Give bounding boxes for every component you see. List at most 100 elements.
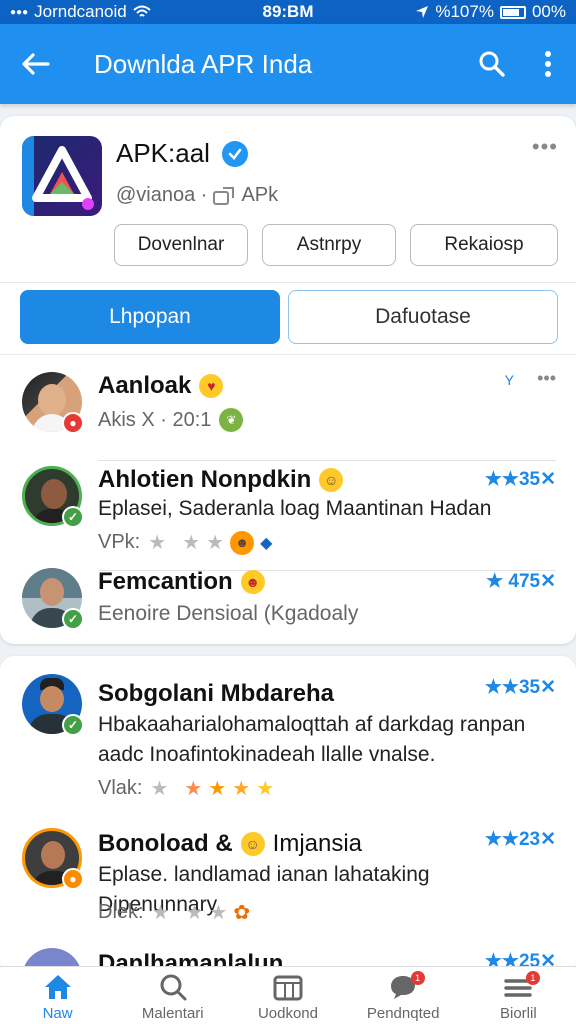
review-meta-row: Akis X · 20:1 ❦ (98, 408, 244, 432)
reviewer-name: Aanloak (98, 372, 192, 399)
star-rating: ★ ★ ★ ✿ (152, 900, 251, 925)
nav-home[interactable]: Naw (0, 967, 115, 1024)
review-rating: ★★35✕ (484, 677, 556, 698)
wifi-icon (133, 5, 151, 17)
back-button[interactable] (0, 24, 70, 104)
review-stars-row: Vlak: ★ ★ ★ ★ ★ (98, 776, 274, 801)
nav-label: Pendnqted (366, 1005, 440, 1022)
status-left-text: Jorndcanoid (34, 2, 127, 21)
reviewer-name-row: Aanloak ♥ (98, 372, 224, 400)
review-text: Eplasei, Saderanla loag Maantinan Hadan (98, 497, 492, 520)
review-text: Eenoire Densioal (Kgadoaly (98, 602, 359, 625)
download-button[interactable]: Dovenlnar (114, 224, 248, 266)
star-icon: ★ (150, 778, 169, 800)
review-meta: Akis X · 20:1 (98, 408, 212, 431)
app-handle: @vianoa · (116, 184, 208, 206)
nav-label: Biorlil (500, 1005, 537, 1022)
small-rating-icon: Y (504, 372, 514, 388)
card-more-button[interactable]: ••• (532, 136, 558, 158)
star-icon: ★ (185, 902, 204, 924)
search-icon (160, 974, 187, 1001)
review-rating: ★ 475✕ (486, 571, 556, 592)
star-icon: ★ (148, 532, 167, 554)
reviewer-name: Sobgolani Mbdareha (98, 680, 335, 707)
verified-badge: ✓ (62, 506, 84, 528)
review-meta: Dlek: (98, 901, 144, 923)
app-meta: @vianoa · APk (116, 184, 278, 207)
avatar: ✓ (22, 674, 84, 736)
nav-search[interactable]: Malentari (115, 967, 230, 1024)
reviewer-name-row: Sobgolani Mbdareha (98, 680, 334, 708)
review-meta: VPk: (98, 531, 141, 553)
tab-active[interactable]: Lhpopan (20, 290, 280, 344)
star-icon: ★ (206, 532, 225, 554)
reviewer-name: Bonoload & (98, 830, 233, 857)
notification-badge: 1 (410, 971, 425, 985)
battery-percent: %107% (435, 2, 494, 21)
star-icon: ★ (232, 778, 251, 800)
star-icon: ★ (209, 902, 228, 924)
tab-bar: Lhpopan Dafuotase (20, 290, 558, 344)
star-icon: ★ (182, 532, 201, 554)
reviewer-name-row: Bonoload & ☺ Imjansia (98, 830, 362, 858)
nav-menu[interactable]: 1 Biorlil (461, 967, 576, 1024)
verified-icon (221, 140, 248, 167)
app-card: APK:aal @vianoa · APk ••• Dovenlnar Astn… (0, 116, 576, 644)
app-type: APk (241, 184, 279, 206)
review-stars-row: Dlek: ★ ★ ★ ✿ (98, 900, 250, 925)
nav-library[interactable]: Uodkond (230, 967, 345, 1024)
review-rating: ★★35✕ (484, 469, 556, 490)
library-icon (273, 975, 303, 1001)
verified-badge: ✓ (62, 714, 84, 736)
star-rating: ★ ★ ★ ☻ ◆ (148, 530, 272, 555)
location-icon (416, 6, 429, 18)
review-stars-row: VPk: ★ ★ ★ ☻ ◆ (98, 530, 272, 555)
avatar: ✓ (22, 568, 84, 630)
verified-badge: ✓ (62, 608, 84, 630)
overflow-menu-button[interactable] (520, 24, 576, 104)
status-right-text: 00% (531, 2, 566, 21)
reviewer-name-row: Ahlotien Nonpdkin ☺ (98, 466, 344, 494)
home-icon (44, 975, 71, 999)
package-icon (213, 186, 235, 205)
review-rating: ★★23✕ (484, 829, 556, 850)
search-button[interactable] (464, 24, 520, 104)
history-button[interactable]: Astnrpy (262, 224, 396, 266)
review-more-button[interactable]: ••• (537, 368, 556, 389)
tab-inactive[interactable]: Dafuotase (288, 290, 558, 344)
reviewer-name: Femcantion (98, 568, 233, 595)
release-button[interactable]: Rekaiosp (410, 224, 558, 266)
avatar: ● (22, 372, 84, 434)
love-emoji-icon: ♥ (199, 374, 224, 398)
divider (98, 460, 556, 461)
star-icon: ★ (184, 778, 203, 800)
status-badge: ● (62, 412, 84, 434)
back-arrow-icon (22, 53, 50, 75)
bottom-navigation: Naw Malentari Uodkond 1 Pendnqted 1 Bior… (0, 966, 576, 1024)
nav-label: Naw (42, 1005, 73, 1022)
badge-icon: ◆ (260, 534, 273, 552)
notification-badge: 1 (525, 971, 540, 985)
avatar: ✓ (22, 466, 84, 528)
star-icon: ★ (256, 778, 275, 800)
smile-emoji-icon: ☺ (240, 832, 265, 856)
app-bar: Downlda APR Inda (0, 24, 576, 104)
nav-label: Uodkond (257, 1005, 318, 1022)
status-bar: ●●● Jorndcanoid 89:BM %107% 00% (0, 0, 576, 24)
page-title: Downlda APR Inda (94, 48, 313, 79)
review-meta: Vlak: (98, 777, 143, 799)
star-icon: ★ (151, 902, 170, 924)
nav-label: Malentari (141, 1005, 204, 1022)
flower-icon: ✿ (233, 902, 251, 924)
battery-icon (499, 5, 526, 19)
reviewer-name: Ahlotien Nonpdkin (98, 466, 312, 493)
star-rating: ★ ★ ★ ★ ★ (150, 776, 274, 801)
app-name: APK:aal (116, 138, 210, 168)
nav-messages[interactable]: 1 Pendnqted (346, 967, 461, 1024)
search-icon (479, 51, 505, 77)
more-vert-icon (545, 51, 551, 77)
status-badge: ● (62, 868, 84, 890)
divider (0, 354, 576, 355)
face-emoji-icon: ☻ (230, 530, 255, 555)
reviewer-name-row: Femcantion ☻ (98, 568, 265, 596)
